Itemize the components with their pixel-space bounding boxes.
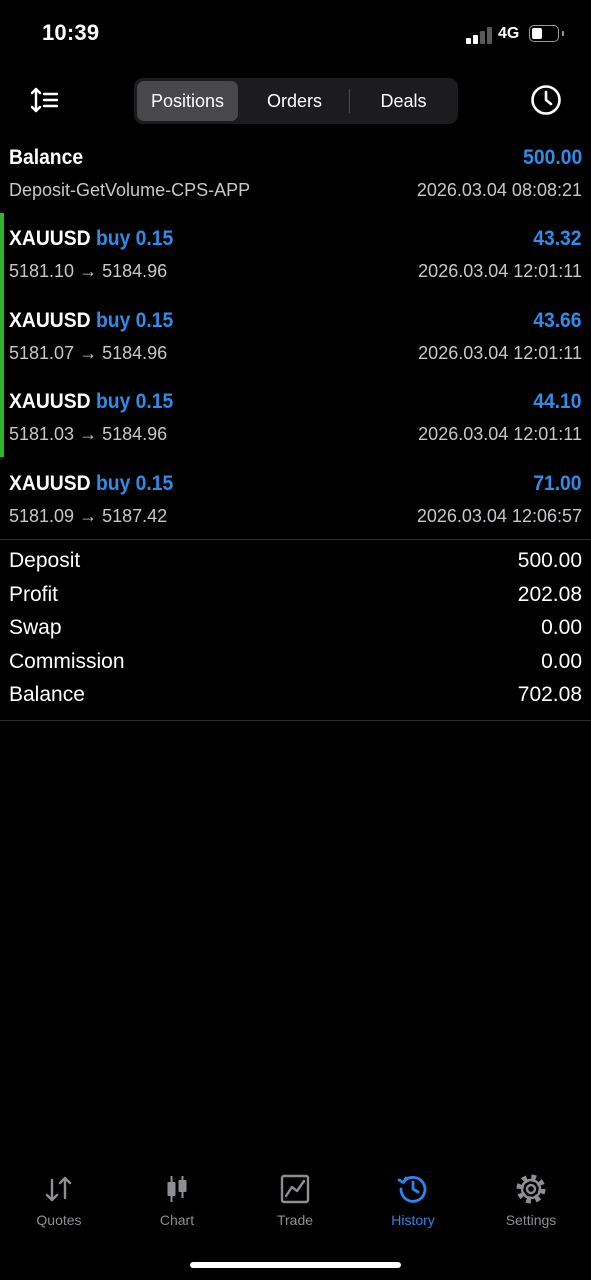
balance-entry-comment: Deposit-GetVolume-CPS-APP [9, 180, 251, 200]
clock-icon[interactable] [529, 83, 563, 117]
deal-side: buy 0.15 [95, 472, 174, 495]
gear-icon [516, 1174, 546, 1204]
balance-entry-amount: 500.00 [522, 146, 582, 169]
summary-swap-value: 0.00 [541, 616, 582, 639]
deal-side: buy 0.15 [95, 390, 174, 413]
deal-side: buy 0.15 [95, 227, 174, 250]
deal-symbol: XAUUSD [9, 472, 91, 495]
summary-commission-row: Commission 0.00 [0, 646, 591, 680]
network-type: 4G [498, 25, 520, 42]
deal-row[interactable]: XAUUSD buy 0.15 43.66 5181.07 → 5184.96 … [0, 303, 591, 385]
arrows-updown-icon [45, 1176, 72, 1202]
summary-divider-top [0, 539, 591, 540]
deal-prices: 5181.03 → 5184.96 [9, 424, 168, 444]
summary-commission-label: Commission [9, 650, 125, 673]
summary-profit-label: Profit [9, 583, 59, 606]
deal-row[interactable]: XAUUSD buy 0.15 44.10 5181.03 → 5184.96 … [0, 384, 591, 466]
tab-quotes-label: Quotes [36, 1212, 82, 1228]
tab-divider [349, 89, 350, 113]
tab-chart[interactable]: Chart [118, 1172, 236, 1228]
deal-symbol: XAUUSD [9, 227, 91, 250]
summary-balance-label: Balance [9, 683, 85, 706]
home-indicator[interactable] [190, 1262, 401, 1268]
tab-orders[interactable]: Orders [242, 81, 347, 121]
deal-time: 2026.03.04 12:01:11 [418, 343, 582, 363]
tab-quotes[interactable]: Quotes [0, 1172, 118, 1228]
status-time: 10:39 [42, 20, 100, 45]
summary-balance-value: 702.08 [517, 683, 582, 706]
summary-deposit-label: Deposit [9, 549, 81, 572]
summary-swap-label: Swap [9, 616, 62, 639]
history-clock-icon [397, 1175, 427, 1203]
trade-chart-icon [280, 1174, 310, 1204]
deal-time: 2026.03.04 12:06:57 [416, 506, 582, 526]
deal-row[interactable]: XAUUSD buy 0.15 71.00 5181.09 → 5187.42 … [0, 466, 591, 548]
deal-profit: 43.32 [533, 227, 582, 250]
summary-balance-row: Balance 702.08 [0, 679, 591, 713]
candlestick-icon [167, 1176, 187, 1202]
deal-symbol: XAUUSD [9, 309, 91, 332]
deal-profit: 43.66 [533, 309, 582, 332]
status-bar: 10:39 4G [0, 0, 591, 70]
deal-symbol: XAUUSD [9, 390, 91, 413]
tab-positions[interactable]: Positions [137, 81, 238, 121]
deal-prices: 5181.10 → 5184.96 [9, 261, 168, 281]
deal-side: buy 0.15 [95, 309, 174, 332]
tab-deals[interactable]: Deals [352, 81, 455, 121]
tab-settings[interactable]: Settings [472, 1172, 590, 1228]
deal-prices: 5181.07 → 5184.96 [9, 343, 168, 363]
deal-time: 2026.03.04 12:01:11 [418, 424, 582, 444]
tab-history-label: History [391, 1212, 435, 1228]
balance-entry-row[interactable]: Balance 500.00 Deposit-GetVolume-CPS-APP… [0, 140, 591, 222]
tab-switcher: Positions Orders Deals [134, 78, 458, 124]
summary-deposit-row: Deposit 500.00 [0, 545, 591, 579]
tab-settings-label: Settings [505, 1212, 557, 1228]
deal-row[interactable]: XAUUSD buy 0.15 43.32 5181.10 → 5184.96 … [0, 221, 591, 303]
tab-history[interactable]: History [354, 1172, 472, 1228]
deal-profit: 44.10 [533, 390, 582, 413]
tab-chart-label: Chart [159, 1212, 195, 1228]
summary-deposit-value: 500.00 [517, 549, 582, 572]
deal-prices: 5181.09 → 5187.42 [9, 506, 168, 526]
battery-icon [529, 25, 559, 42]
balance-entry-time: 2026.03.04 08:08:21 [416, 180, 582, 200]
summary-commission-value: 0.00 [541, 650, 582, 673]
balance-entry-label: Balance [9, 146, 84, 169]
sort-icon[interactable] [30, 86, 60, 114]
cellular-signal-icon [466, 27, 493, 44]
deal-time: 2026.03.04 12:01:11 [418, 261, 582, 281]
tab-trade-label: Trade [276, 1212, 314, 1228]
battery-tip [562, 31, 564, 36]
tab-trade[interactable]: Trade [236, 1172, 354, 1228]
summary-profit-row: Profit 202.08 [0, 579, 591, 613]
deal-profit: 71.00 [533, 472, 582, 495]
summary-profit-value: 202.08 [517, 583, 582, 606]
summary-swap-row: Swap 0.00 [0, 612, 591, 646]
summary-divider-bottom [0, 720, 591, 721]
